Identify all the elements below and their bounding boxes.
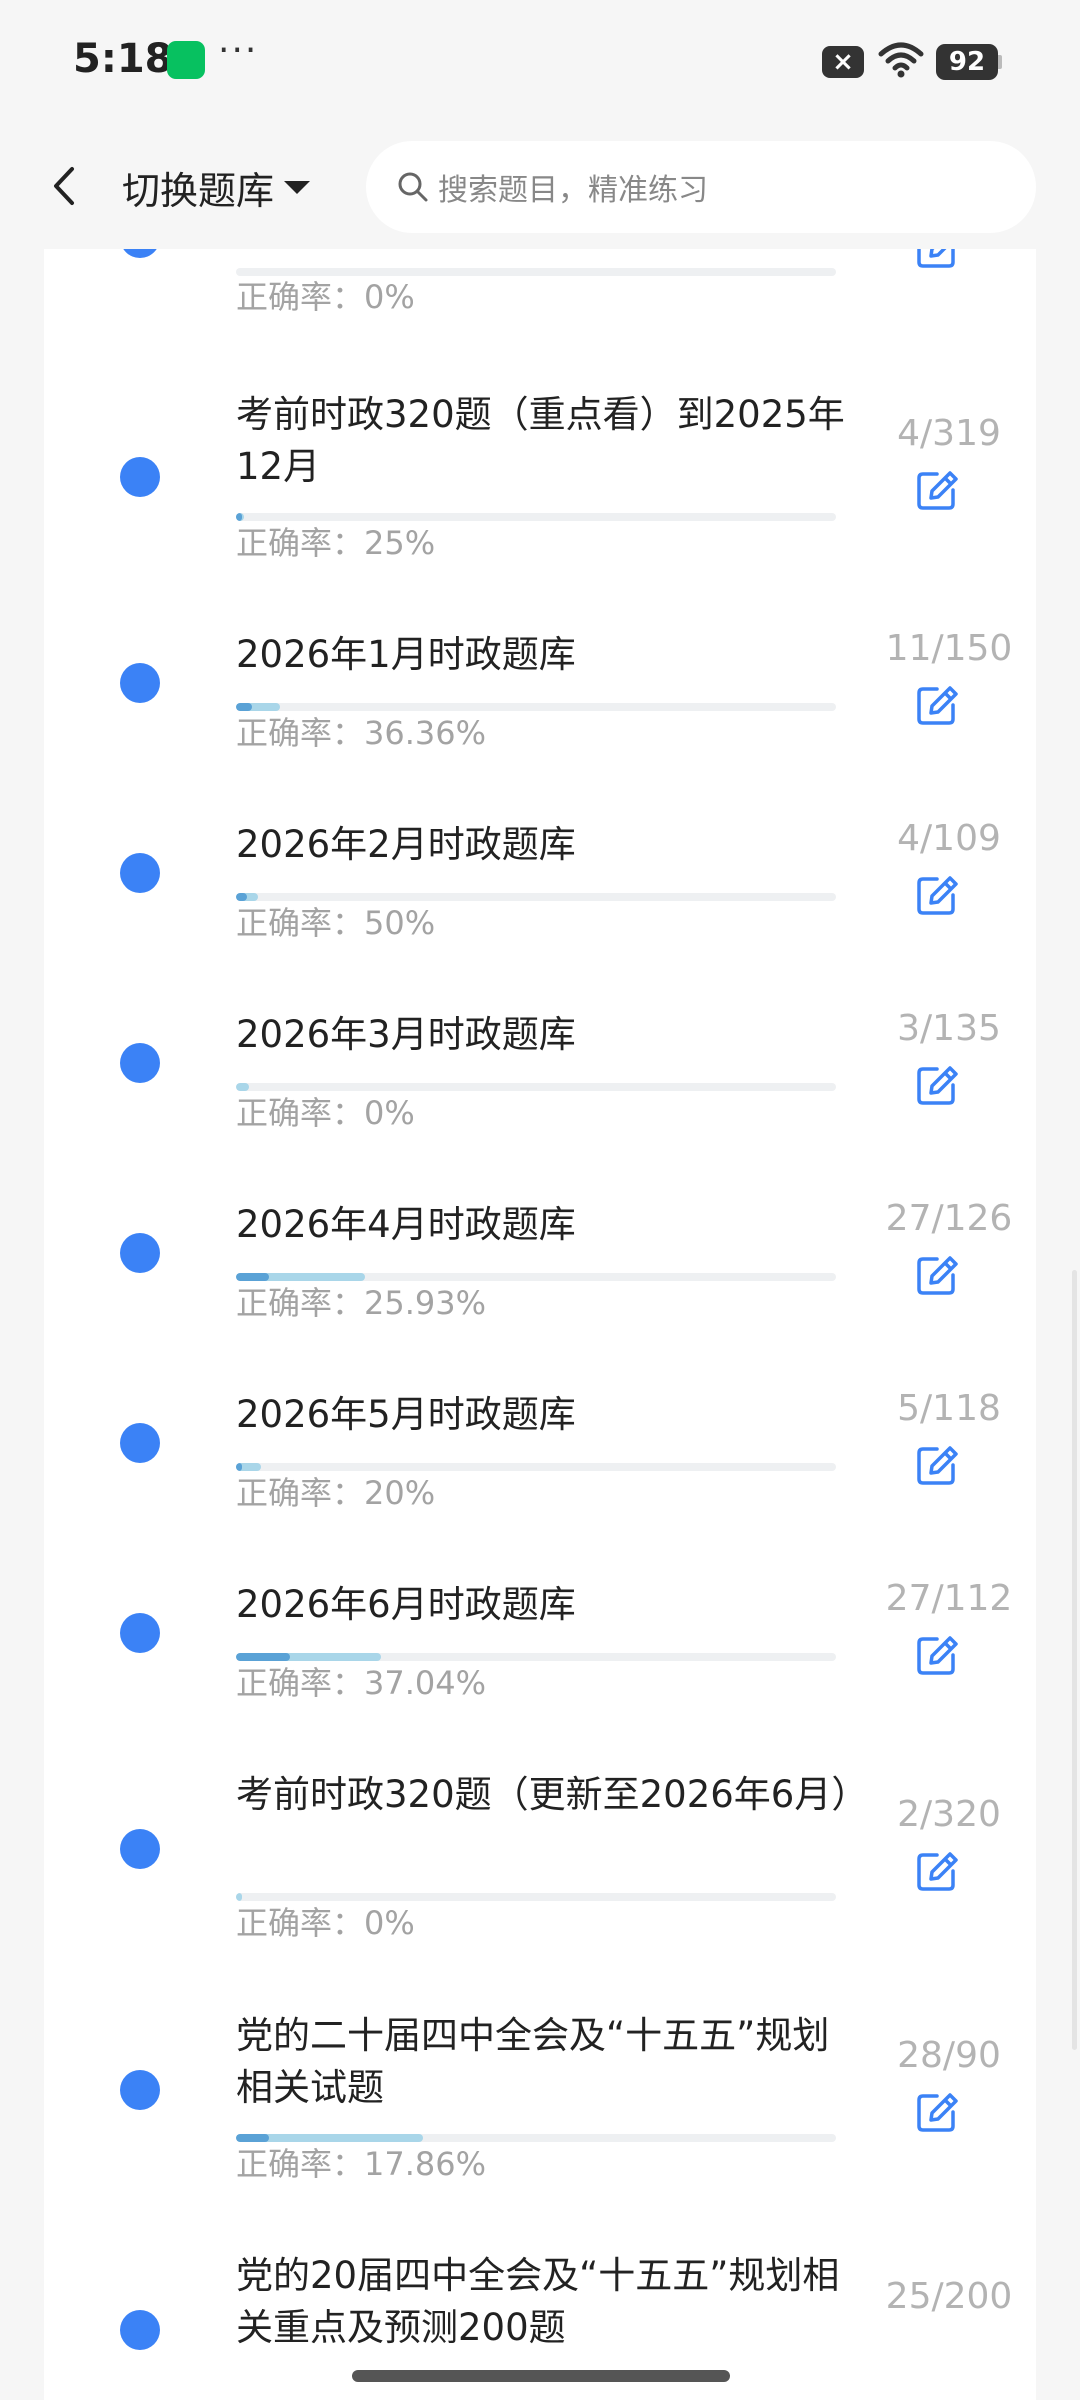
search-icon <box>398 172 428 202</box>
progress-count: 27/112 <box>885 1578 1013 1619</box>
progress-count: 27/126 <box>885 1198 1013 1239</box>
accuracy-label: 正确率：37.04% <box>236 1664 487 1702</box>
status-dot <box>120 457 160 497</box>
battery-tip <box>998 55 1002 69</box>
edit-practice-icon[interactable] <box>915 1633 959 1677</box>
status-bar: 5:18 ··· × 92 <box>0 0 1080 125</box>
question-bank-list: 正确率：0% 考前时政320题（重点看）到2025年12月正确率：25% 4/319… <box>44 249 1036 2400</box>
status-dot <box>120 1043 160 1083</box>
edit-practice-icon[interactable] <box>915 683 959 727</box>
progress-count: 4/319 <box>897 413 1001 454</box>
status-dot <box>120 249 160 258</box>
question-bank-title[interactable]: 2026年4月时政题库 <box>236 1199 856 1251</box>
accuracy-label: 正确率：36.36% <box>236 714 487 752</box>
question-bank-title[interactable]: 党的二十届四中全会及“十五五”规划相关试题 <box>236 2010 856 2114</box>
home-indicator[interactable] <box>352 2370 730 2382</box>
status-dot <box>120 2070 160 2110</box>
status-dot <box>120 2310 160 2350</box>
status-dot <box>120 853 160 893</box>
accuracy-label: 正确率：0% <box>236 278 415 316</box>
accuracy-label: 正确率：25.93% <box>236 1284 487 1322</box>
switch-question-bank-button[interactable]: 切换题库 <box>122 157 311 217</box>
status-dot <box>120 1613 160 1653</box>
edit-practice-icon[interactable] <box>915 873 959 917</box>
question-bank-title[interactable]: 2026年5月时政题库 <box>236 1389 856 1441</box>
status-time: 5:18 <box>73 36 173 82</box>
progress-count: 11/150 <box>885 628 1013 669</box>
search-placeholder: 搜索题目，精准练习 <box>438 173 708 208</box>
back-arrow-icon[interactable] <box>44 161 84 211</box>
wifi-icon <box>878 42 924 78</box>
caret-down-icon <box>284 180 311 194</box>
progress-count: 3/135 <box>897 1008 1001 1049</box>
progress-count: 2/320 <box>897 1794 1001 1835</box>
accuracy-label: 正确率：17.86% <box>236 2145 487 2183</box>
status-dot <box>120 1423 160 1463</box>
progress-count: 28/90 <box>897 2035 1001 2076</box>
question-bank-title[interactable]: 2026年6月时政题库 <box>236 1579 856 1631</box>
question-bank-title[interactable]: 考前时政320题（更新至2026年6月） <box>236 1769 868 1821</box>
edit-practice-icon[interactable] <box>915 1443 959 1487</box>
question-bank-title[interactable]: 2026年3月时政题库 <box>236 1009 856 1061</box>
question-bank-title[interactable]: 2026年2月时政题库 <box>236 819 856 871</box>
wechat-notification-icon <box>167 41 205 79</box>
question-bank-title[interactable]: 考前时政320题（重点看）到2025年12月 <box>236 389 856 493</box>
more-notifications-icon: ··· <box>218 30 259 71</box>
accuracy-label: 正确率：25% <box>236 524 436 562</box>
header: 切换题库 搜索题目，精准练习 <box>0 125 1080 249</box>
accuracy-label: 正确率：20% <box>236 1474 436 1512</box>
edit-practice-icon[interactable] <box>915 249 959 270</box>
accuracy-label: 正确率：0% <box>236 1094 415 1132</box>
progress-count: 4/109 <box>897 818 1001 859</box>
edit-practice-icon[interactable] <box>915 2090 959 2134</box>
progress-count: 5/118 <box>897 1388 1001 1429</box>
search-input[interactable]: 搜索题目，精准练习 <box>366 141 1036 233</box>
switch-question-bank-label: 切换题库 <box>122 168 275 213</box>
edit-practice-icon[interactable] <box>915 1849 959 1893</box>
edit-practice-icon[interactable] <box>915 1253 959 1297</box>
scrollbar[interactable] <box>1072 1270 1077 2050</box>
question-bank-title[interactable]: 党的20届四中全会及“十五五”规划相关重点及预测200题 <box>236 2250 856 2354</box>
accuracy-label: 正确率：50% <box>236 904 436 942</box>
status-dot <box>120 663 160 703</box>
no-sim-icon: × <box>822 46 864 78</box>
status-dot <box>120 1233 160 1273</box>
question-bank-title[interactable]: 2026年1月时政题库 <box>236 629 856 681</box>
edit-practice-icon[interactable] <box>915 468 959 512</box>
progress-count: 25/200 <box>885 2276 1013 2317</box>
accuracy-label: 正确率：0% <box>236 1904 415 1942</box>
status-dot <box>120 1829 160 1869</box>
edit-practice-icon[interactable] <box>915 1063 959 1107</box>
battery-indicator: 92 <box>936 44 998 80</box>
